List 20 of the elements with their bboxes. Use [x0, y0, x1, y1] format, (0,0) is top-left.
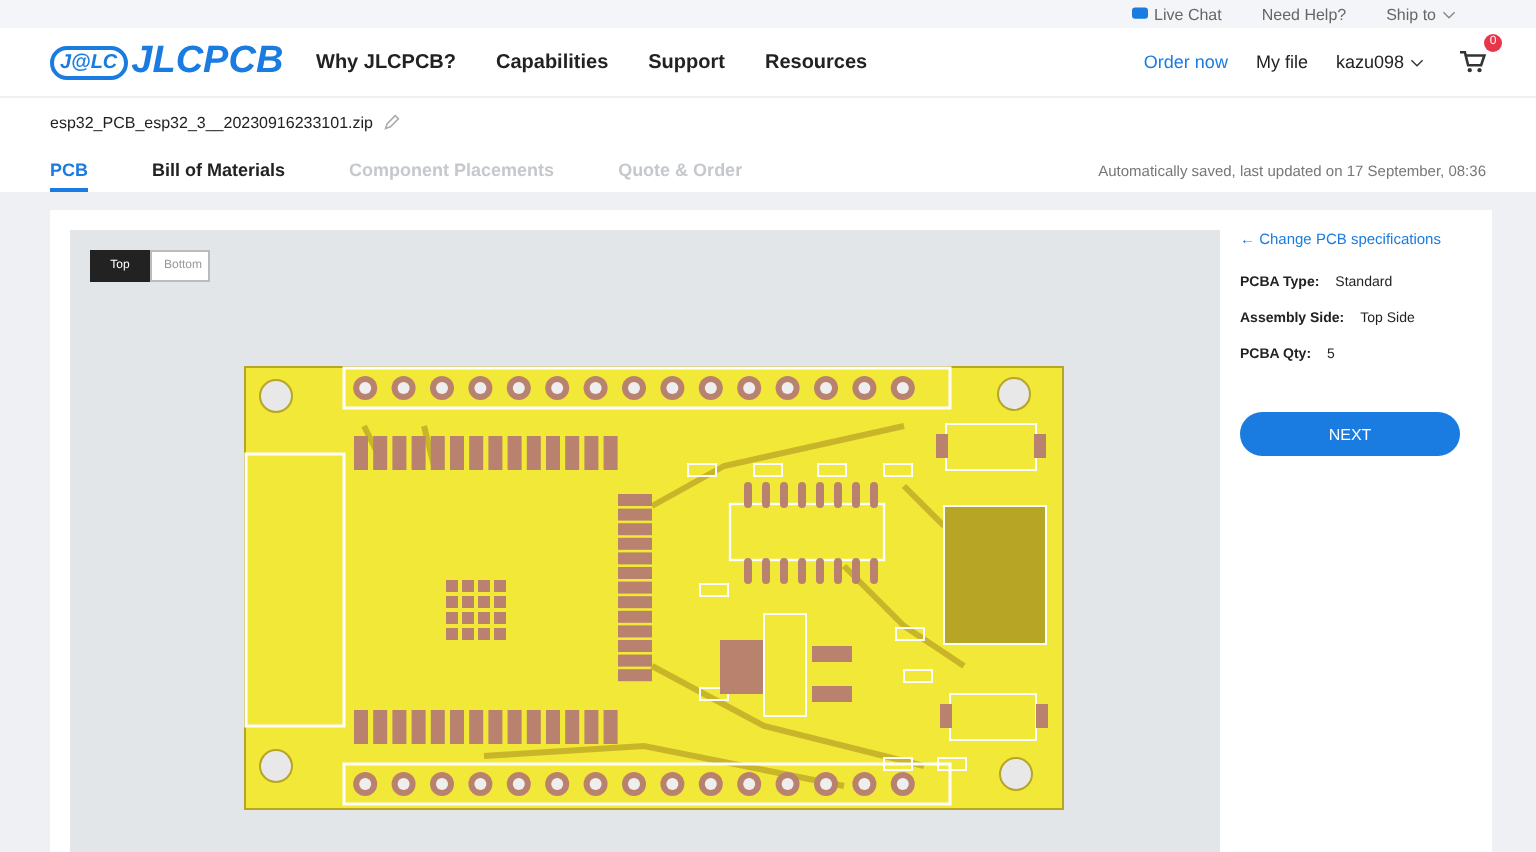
step-tab[interactable]: Bill of Materials [152, 160, 286, 192]
my-file-link[interactable]: My file [1255, 52, 1308, 72]
utility-link[interactable]: Ship to [1386, 5, 1456, 23]
nav-link[interactable]: Why JLCPCB? [316, 51, 456, 73]
caret-icon [1442, 9, 1456, 19]
caret-icon [1410, 57, 1424, 67]
cart-icon[interactable] [1460, 50, 1486, 74]
utility-link[interactable]: Need Help? [1261, 5, 1347, 23]
nav-link[interactable]: Support [648, 51, 725, 73]
step-tab[interactable]: PCB [50, 160, 89, 192]
next-button[interactable]: NEXT [1240, 412, 1460, 456]
nav-link[interactable]: Capabilities [496, 51, 609, 73]
logo-badge[interactable]: J@LC [50, 45, 128, 79]
file-name: esp32_PCB_esp32_3__20230916233101.zip [50, 113, 373, 131]
logo-text[interactable]: JLCPCB [131, 40, 284, 84]
user-menu[interactable]: kazu098 [1335, 52, 1424, 72]
order-now-link[interactable]: Order now [1143, 52, 1228, 72]
chat-icon [1132, 6, 1149, 22]
utility-link[interactable]: Live Chat [1132, 5, 1222, 23]
nav-link[interactable]: Resources [764, 51, 868, 73]
